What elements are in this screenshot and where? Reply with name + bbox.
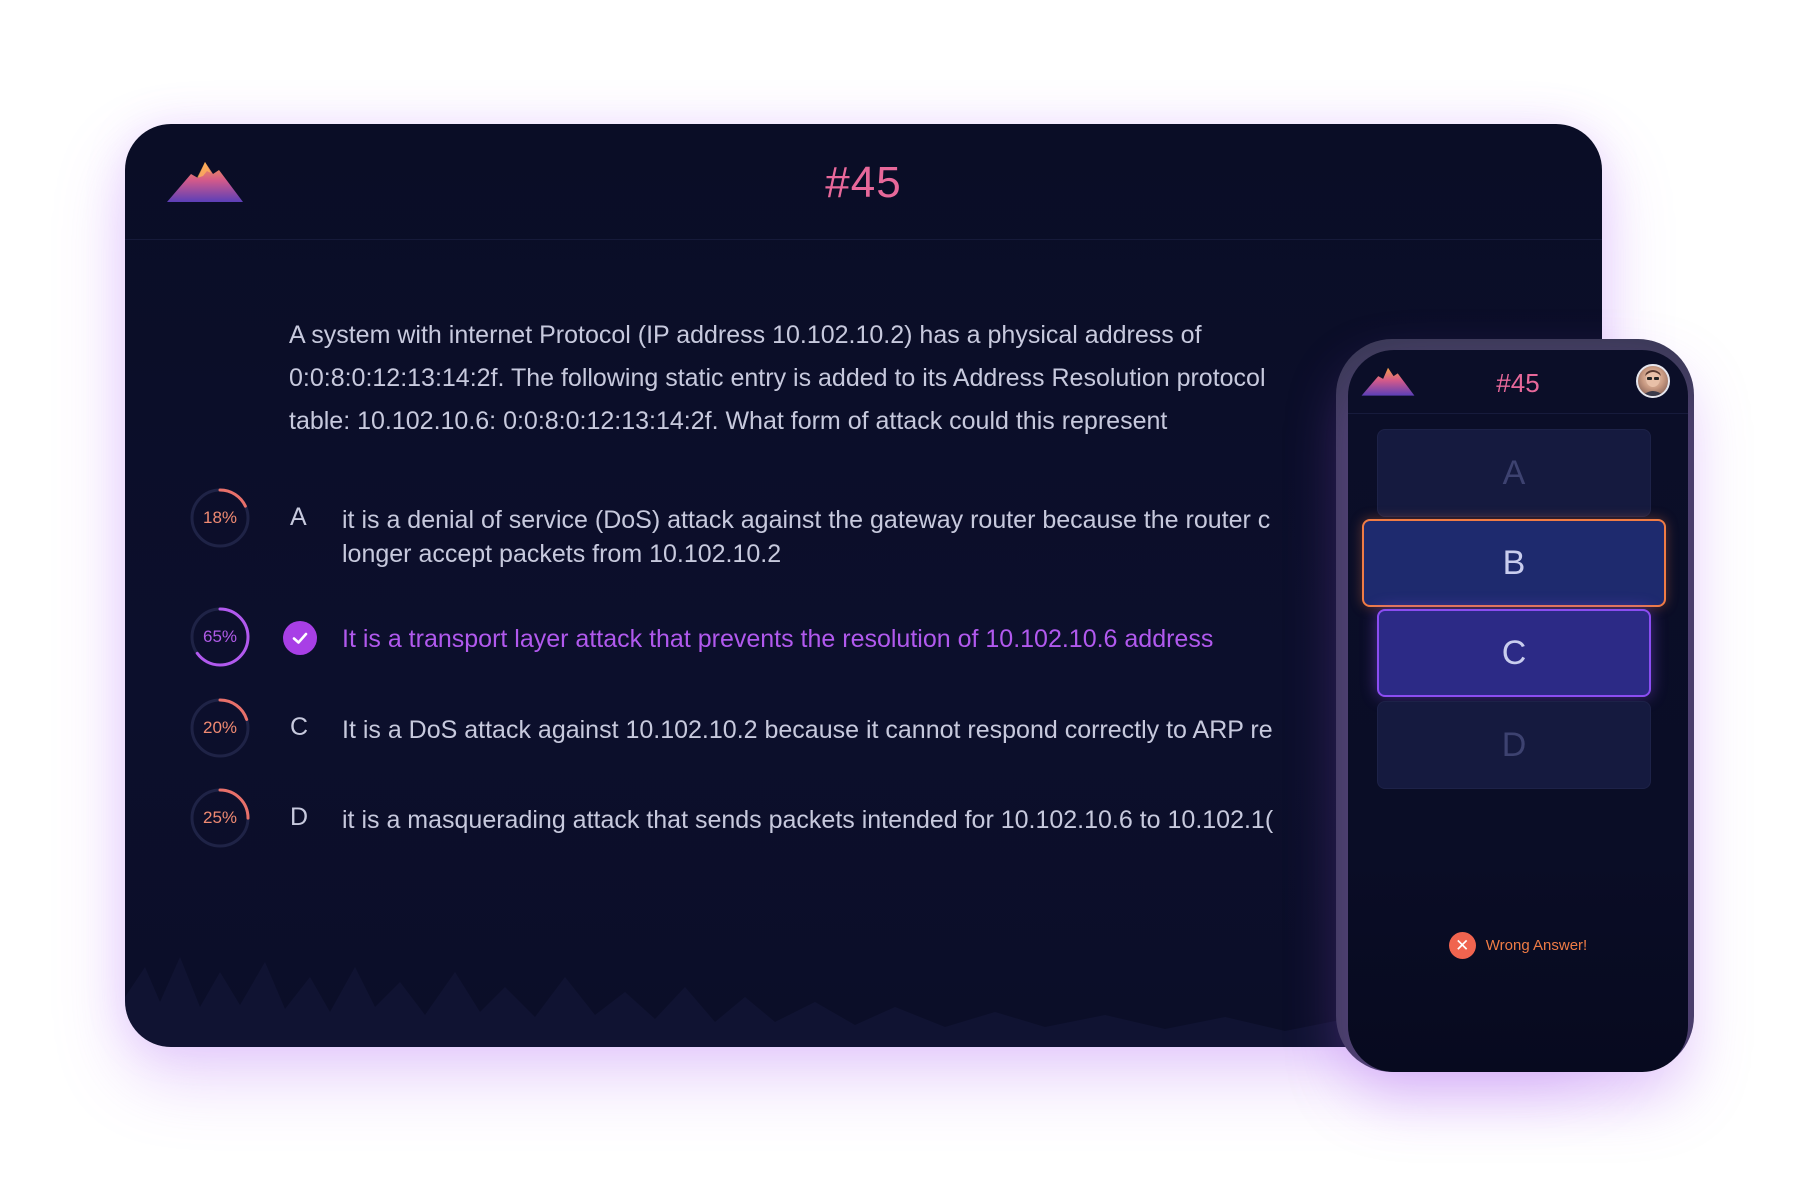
option-line: It is a transport layer attack that prev… [342, 625, 1214, 653]
percent-label: 65% [202, 627, 238, 646]
answer-button-d[interactable]: D [1377, 701, 1651, 789]
option-line: It is a DoS attack against 10.102.10.2 b… [342, 716, 1273, 744]
desktop-header: #45 [125, 124, 1602, 240]
option-a: 18% A it is a denial of service (DoS) at… [189, 487, 1489, 568]
option-text: it is a denial of service (DoS) attack a… [342, 503, 1342, 571]
question-line: table: 10.102.10.6: 0:0:8:0:12:13:14:2f.… [289, 407, 1168, 435]
option-b: 65% It is a transport layer attack that … [189, 606, 1489, 670]
mobile-header: #45 [1348, 350, 1688, 414]
close-icon: ✕ [1448, 932, 1476, 959]
answer-button-b[interactable]: B [1362, 519, 1666, 607]
percent-label: 18% [202, 508, 238, 527]
percent-label: 20% [202, 718, 238, 737]
option-text: it is a masquerading attack that sends p… [342, 803, 1342, 837]
option-letter: D [290, 803, 309, 831]
option-text: It is a transport layer attack that prev… [342, 622, 1342, 656]
check-icon [283, 621, 317, 655]
option-d: 25% D it is a masquerading attack that s… [189, 787, 1489, 851]
question-number: #45 [825, 158, 902, 207]
option-letter: C [290, 713, 309, 741]
result-text: Wrong Answer! [1485, 937, 1588, 954]
question-text: A system with internet Protocol (IP addr… [289, 314, 1389, 443]
option-line: it is a masquerading attack that sends p… [342, 806, 1274, 834]
answer-button-a[interactable]: A [1377, 429, 1651, 517]
option-line: it is a denial of service (DoS) attack a… [342, 506, 1271, 534]
percent-label: 25% [202, 808, 238, 827]
user-avatar[interactable] [1636, 364, 1670, 398]
mobile-quiz-card: #45 A B C D ✕ Wrong Answer! [1348, 350, 1688, 1072]
question-line: 0:0:8:0:12:13:14:2f. The following stati… [289, 364, 1266, 392]
option-c: 20% C It is a DoS attack against 10.102.… [189, 697, 1489, 761]
option-letter: A [290, 503, 307, 531]
option-line: longer accept packets from 10.102.10.2 [342, 540, 782, 568]
answer-button-c[interactable]: C [1377, 609, 1651, 697]
result-message: ✕ Wrong Answer! [1348, 932, 1688, 959]
question-line: A system with internet Protocol (IP addr… [289, 321, 1202, 349]
option-text: It is a DoS attack against 10.102.10.2 b… [342, 713, 1342, 747]
